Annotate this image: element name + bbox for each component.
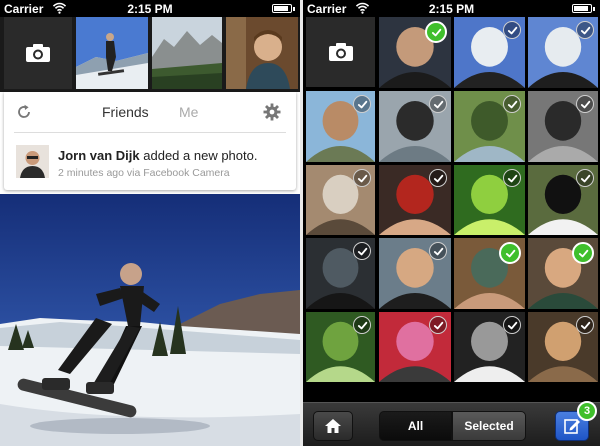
story-action: added a new photo. bbox=[139, 148, 258, 163]
news-feed-panel: Friends Me Jorn van Dijk added a new pho… bbox=[4, 92, 296, 190]
story-author[interactable]: Jorn van Dijk bbox=[58, 148, 140, 163]
check-icon[interactable] bbox=[429, 242, 447, 260]
photo-tile[interactable] bbox=[306, 91, 375, 162]
feed-story[interactable]: Jorn van Dijk added a new photo. 2 minut… bbox=[16, 142, 286, 184]
panel-divider bbox=[14, 132, 286, 133]
bottom-toolbar: All Selected bbox=[303, 402, 600, 446]
check-icon[interactable] bbox=[353, 316, 371, 334]
check-icon[interactable] bbox=[429, 95, 447, 113]
photo-tile[interactable] bbox=[454, 17, 525, 88]
check-icon[interactable] bbox=[353, 169, 371, 187]
photo-tile[interactable] bbox=[528, 238, 598, 309]
check-icon[interactable] bbox=[503, 316, 521, 334]
gear-icon[interactable] bbox=[263, 103, 281, 121]
avatar[interactable] bbox=[16, 145, 49, 178]
photo-tile[interactable] bbox=[454, 238, 525, 309]
check-icon[interactable] bbox=[353, 242, 371, 260]
recent-photo-valley[interactable] bbox=[152, 17, 222, 89]
tab-me[interactable]: Me bbox=[179, 104, 198, 120]
refresh-icon[interactable] bbox=[16, 104, 32, 120]
tab-friends[interactable]: Friends bbox=[102, 104, 149, 120]
camera-button[interactable] bbox=[4, 17, 72, 89]
camera-icon bbox=[26, 44, 50, 62]
photo-tile[interactable] bbox=[528, 312, 598, 382]
selected-count-badge: 3 bbox=[577, 401, 597, 421]
feed-tabs: Friends Me bbox=[4, 92, 296, 132]
check-icon[interactable] bbox=[576, 21, 594, 39]
recent-photos-strip bbox=[0, 17, 300, 92]
photo-tile[interactable] bbox=[379, 238, 451, 309]
photo-tile[interactable] bbox=[528, 165, 598, 235]
camera-icon bbox=[328, 43, 353, 61]
clock: 2:15 PM bbox=[127, 2, 173, 16]
photo-tile[interactable] bbox=[454, 312, 525, 382]
check-icon[interactable] bbox=[353, 95, 371, 113]
clock: 2:15 PM bbox=[428, 2, 475, 16]
story-meta: 2 minutes ago via Facebook Camera bbox=[58, 167, 230, 179]
check-icon[interactable] bbox=[572, 242, 594, 264]
photo-tile[interactable] bbox=[379, 165, 451, 235]
battery-icon bbox=[572, 4, 595, 13]
photo-tile[interactable] bbox=[306, 312, 375, 382]
camera-button[interactable] bbox=[306, 17, 375, 87]
check-icon[interactable] bbox=[503, 169, 521, 187]
photo-tile[interactable] bbox=[454, 165, 525, 235]
home-button[interactable] bbox=[313, 411, 353, 441]
story-headline: Jorn van Dijk added a new photo. bbox=[58, 148, 257, 163]
status-bar: Carrier 2:15 PM bbox=[303, 0, 600, 17]
recent-photo-snowboarder[interactable] bbox=[76, 17, 148, 89]
photo-tile[interactable] bbox=[306, 238, 375, 309]
filter-selected-button[interactable]: Selected bbox=[452, 411, 526, 441]
home-icon bbox=[325, 419, 341, 433]
battery-icon bbox=[272, 4, 295, 13]
check-icon[interactable] bbox=[429, 316, 447, 334]
feed-photo-snowboarder[interactable] bbox=[0, 194, 300, 446]
photo-tile[interactable] bbox=[379, 91, 451, 162]
check-icon[interactable] bbox=[429, 169, 447, 187]
photo-tile[interactable] bbox=[454, 91, 525, 162]
photo-picker-screen: Carrier 2:15 PM All Selected 3 bbox=[303, 0, 600, 446]
compose-icon bbox=[564, 419, 580, 434]
recent-photo-portrait[interactable] bbox=[226, 17, 298, 89]
check-icon[interactable] bbox=[576, 169, 594, 187]
photo-tile[interactable] bbox=[379, 17, 451, 88]
photo-tile[interactable] bbox=[306, 165, 375, 235]
photo-tile[interactable] bbox=[528, 91, 598, 162]
check-icon[interactable] bbox=[503, 21, 521, 39]
photo-tile[interactable] bbox=[379, 312, 451, 382]
status-bar: Carrier 2:15 PM bbox=[0, 0, 300, 17]
feed-screen: Carrier 2:15 PM Friends Me Jorn van Dijk… bbox=[0, 0, 300, 446]
photo-tile[interactable] bbox=[528, 17, 598, 88]
check-icon[interactable] bbox=[499, 242, 521, 264]
check-icon[interactable] bbox=[503, 95, 521, 113]
check-icon[interactable] bbox=[425, 21, 447, 43]
check-icon[interactable] bbox=[576, 316, 594, 334]
check-icon[interactable] bbox=[576, 95, 594, 113]
filter-all-button[interactable]: All bbox=[379, 411, 452, 441]
